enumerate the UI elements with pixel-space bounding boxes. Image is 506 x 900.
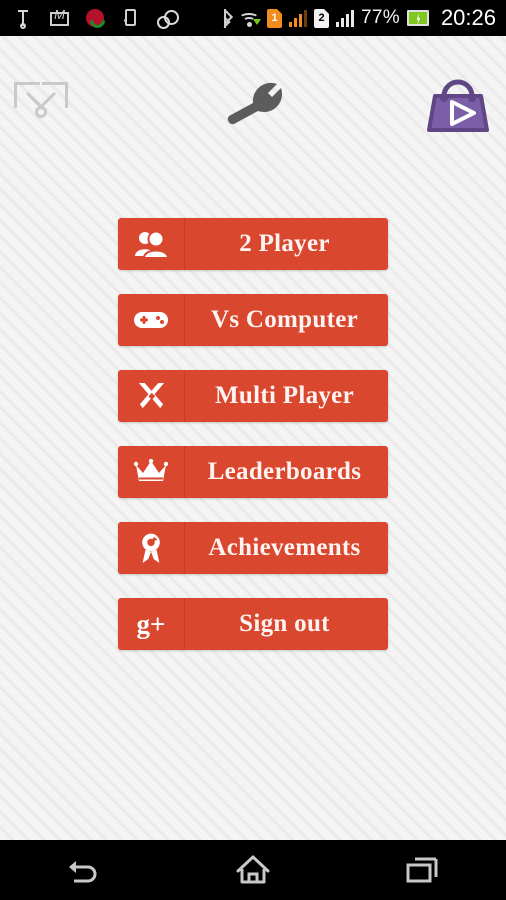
menu-button-label: Sign out (239, 610, 330, 637)
menu-button-vs-computer[interactable]: Vs Computer (118, 294, 388, 346)
sim2-signal-icon (336, 9, 354, 27)
google-plus-icon: g+ (118, 598, 185, 650)
device-icon (121, 8, 140, 28)
sim1-signal-icon (289, 9, 307, 27)
status-bar-left-icons (14, 8, 179, 29)
menu-button-sign-out[interactable]: g+ Sign out (118, 598, 388, 650)
wifi-icon (239, 9, 261, 28)
status-bar-right-icons: 1 2 77% 20:26 (219, 5, 496, 31)
clock-label: 20:26 (440, 5, 496, 30)
back-button[interactable] (34, 840, 134, 900)
menu-button-achievements[interactable]: Achievements (118, 522, 388, 574)
menu-button-multi-player[interactable]: Multi Player (118, 370, 388, 422)
crown-icon (118, 446, 185, 498)
android-nav-bar (0, 840, 506, 900)
menu-button-label: Vs Computer (210, 306, 359, 333)
battery-charging-icon (406, 10, 429, 26)
wrench-icon[interactable] (222, 80, 286, 130)
recent-apps-icon (406, 857, 438, 883)
sim1-badge-icon: 1 (267, 8, 282, 28)
bluetooth-icon (219, 8, 232, 28)
menu-button-label: Multi Player (215, 382, 354, 409)
menu-button-label: Leaderboards (207, 458, 362, 485)
sync-icon (157, 9, 179, 29)
menu-button-label: 2 Player (239, 230, 330, 257)
back-arrow-icon (69, 861, 97, 883)
home-button[interactable] (203, 840, 303, 900)
usb-icon (14, 9, 33, 29)
sim2-badge-icon: 2 (314, 8, 329, 28)
battery-percent-label: 77% (361, 7, 400, 28)
home-icon (236, 855, 270, 884)
status-bar[interactable]: 1 2 77% 20:26 (0, 0, 506, 36)
gamepad-icon (118, 294, 185, 346)
menu-button-2-player[interactable]: 2 Player (118, 218, 388, 270)
award-ribbon-icon (118, 522, 185, 574)
recent-apps-button[interactable] (372, 840, 472, 900)
menu-button-label: Achievements (208, 534, 361, 561)
crossed-swords-icon (118, 370, 185, 422)
top-toolbar (0, 36, 506, 132)
share-icon[interactable] (14, 82, 72, 124)
two-users-icon (118, 218, 185, 270)
menu-button-leaderboards[interactable]: Leaderboards (118, 446, 388, 498)
missed-call-icon (86, 9, 104, 27)
app-content: 2 Player Vs Computer Multi Player Leader… (0, 36, 506, 860)
gmail-icon (50, 9, 69, 28)
google-plus-label: g+ (136, 608, 166, 639)
main-menu: 2 Player Vs Computer Multi Player Leader… (0, 218, 506, 674)
playstore-bag-icon[interactable] (422, 74, 494, 136)
